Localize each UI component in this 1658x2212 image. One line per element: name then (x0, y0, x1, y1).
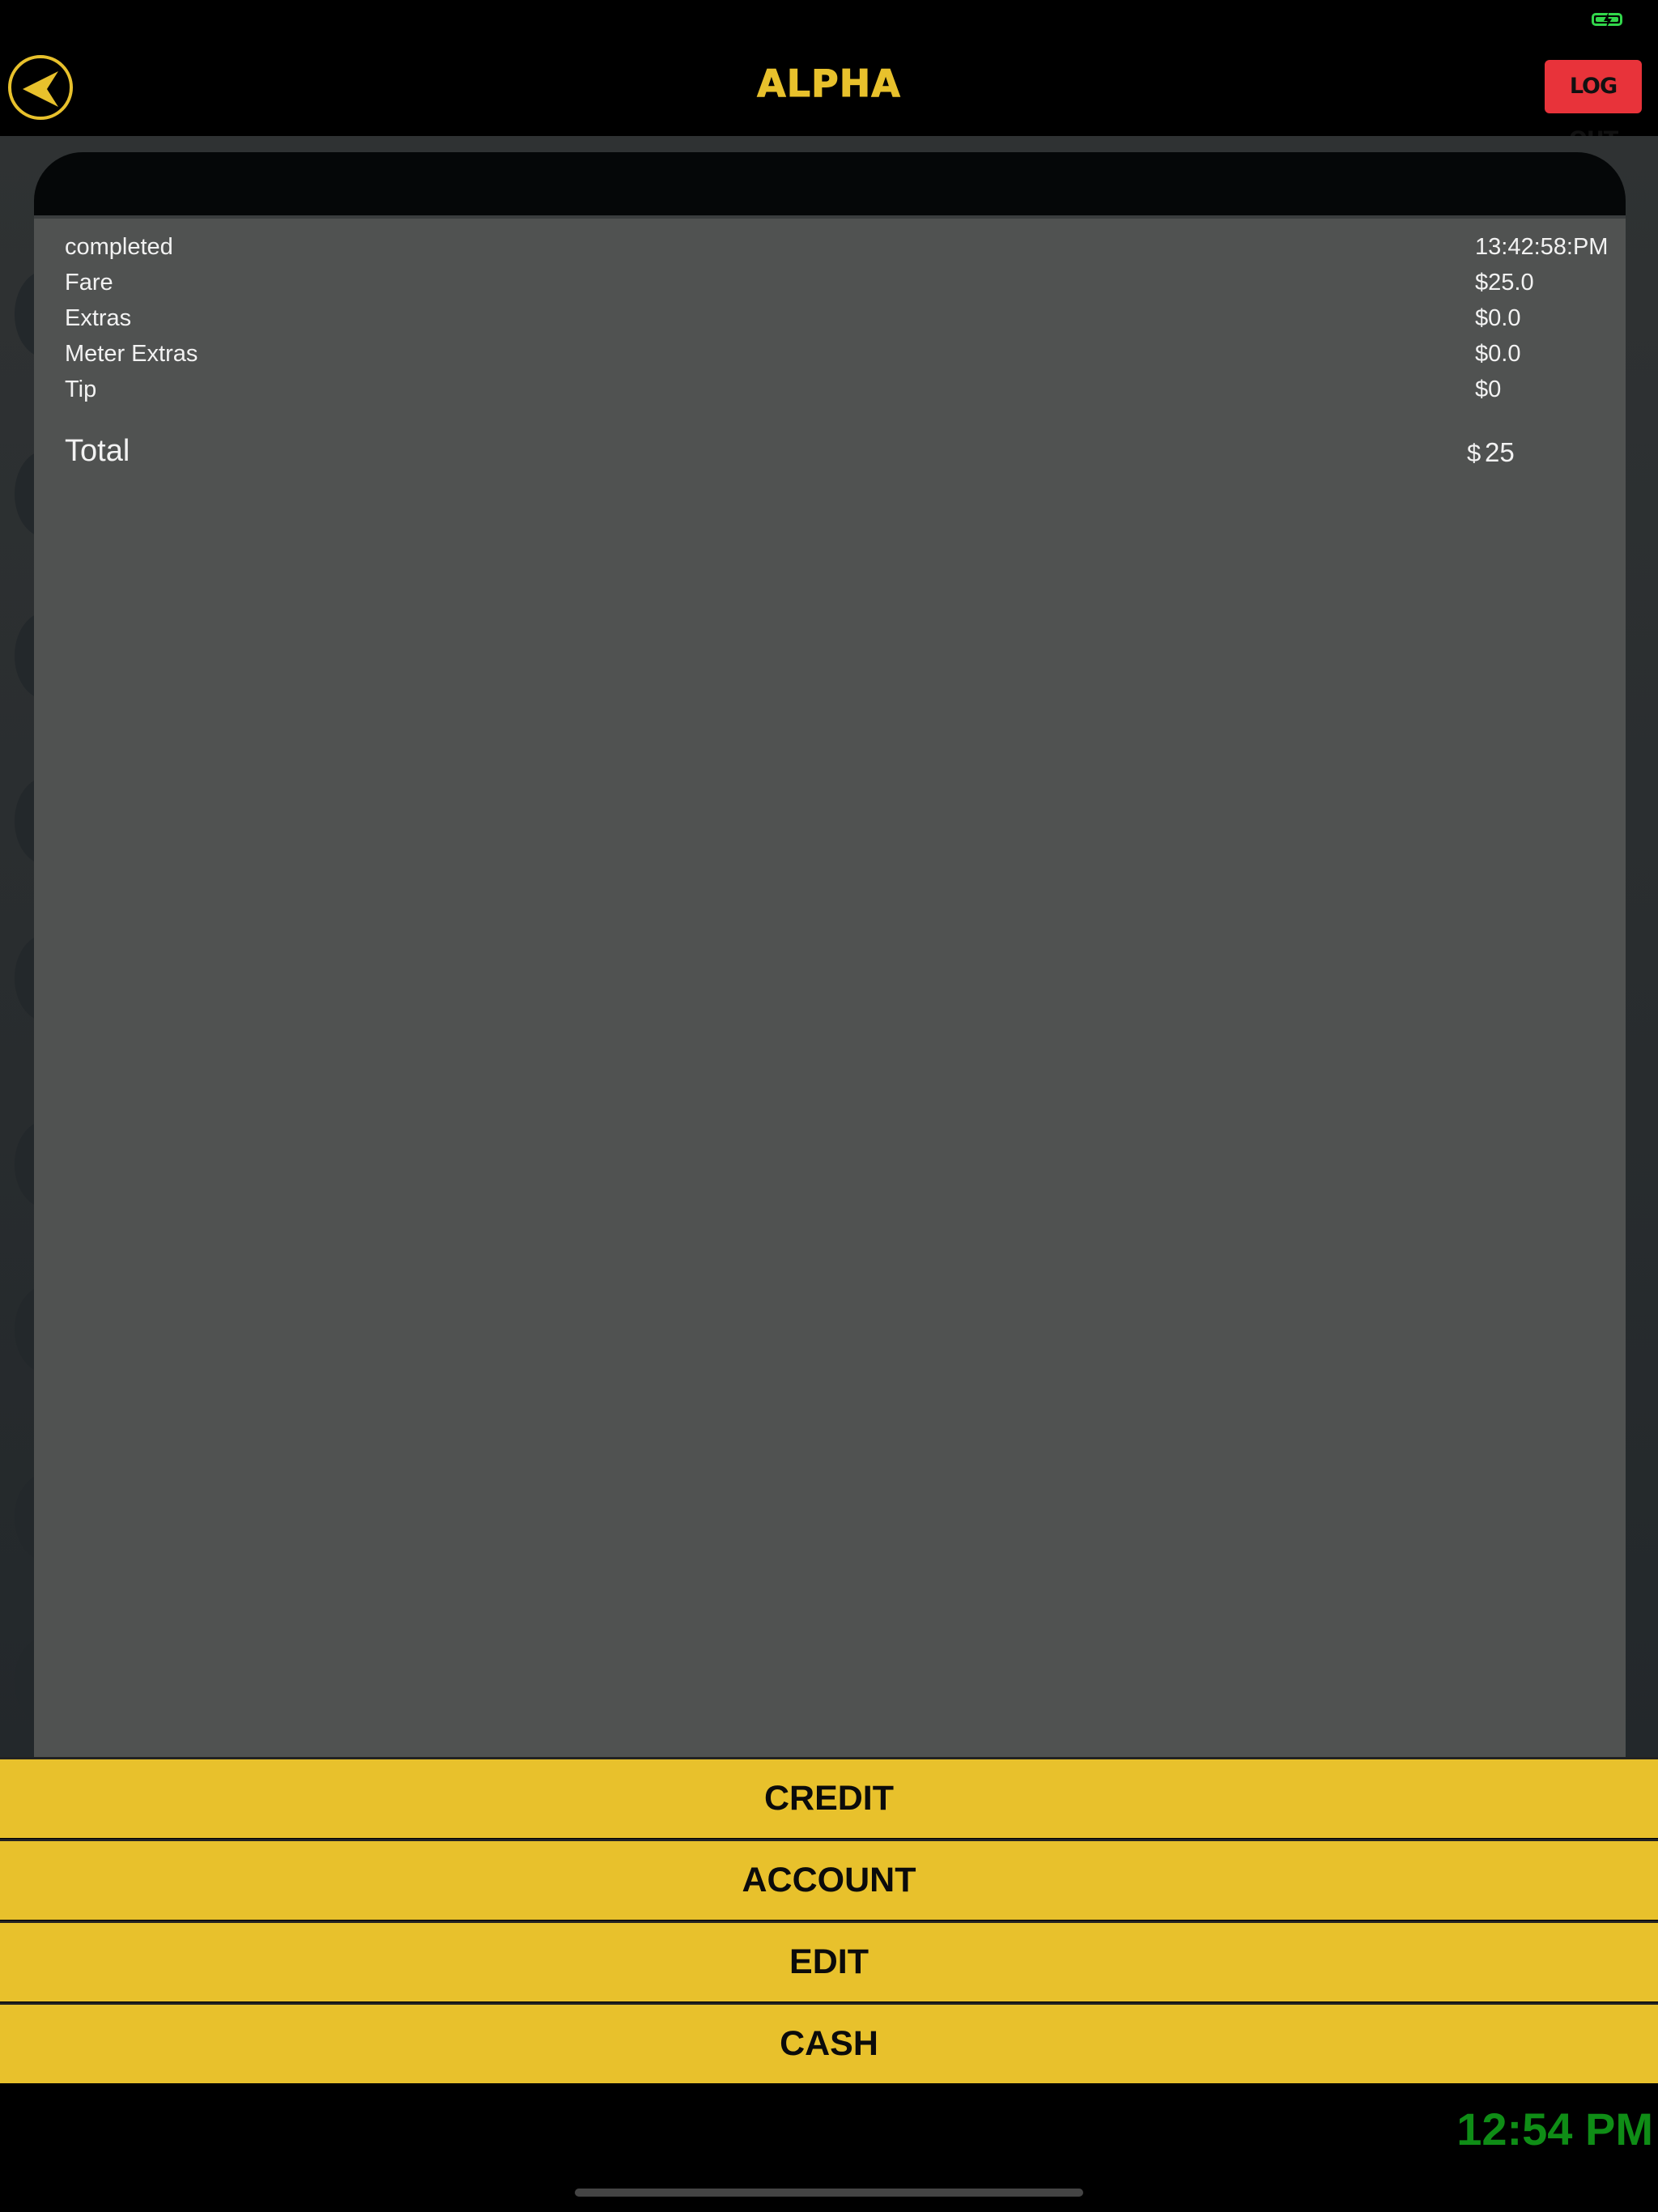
tip-label: Tip (65, 376, 97, 402)
receipt-divider (34, 215, 1626, 219)
receipt-completed-time: 13:42:58:PM (1475, 234, 1609, 260)
total-label: Total (65, 434, 130, 468)
header-bar: ALPHA LOG OUT (0, 0, 1658, 152)
meter-extras-label: Meter Extras (65, 341, 198, 367)
account-button[interactable]: ACCOUNT (0, 1839, 1658, 1920)
fare-label: Fare (65, 270, 113, 296)
receipt-status-label: completed (65, 234, 173, 260)
credit-button[interactable]: CREDIT (0, 1757, 1658, 1838)
cash-button[interactable]: CASH (0, 2002, 1658, 2083)
receipt-panel (34, 219, 1626, 1759)
receipt-header-band (34, 152, 1626, 219)
total-value: 25 (1485, 437, 1515, 467)
home-indicator[interactable] (575, 2189, 1083, 2197)
app-screen: ALPHA LOG OUT completed 13:42:58:PM Fare… (0, 0, 1658, 2212)
extras-label: Extras (65, 305, 132, 331)
meter-extras-value: $0.0 (1475, 341, 1521, 367)
clock-display: 12:54 PM (1456, 2104, 1653, 2155)
total-currency-symbol: $ (1467, 439, 1482, 467)
fare-value: $25.0 (1475, 270, 1534, 296)
battery-charging-icon (1592, 12, 1622, 28)
extras-value: $0.0 (1475, 305, 1521, 331)
tip-value: $0 (1475, 376, 1502, 402)
logout-button[interactable]: LOG OUT (1545, 60, 1642, 152)
edit-button[interactable]: EDIT (0, 1921, 1658, 2001)
page-title: ALPHA (757, 62, 901, 106)
